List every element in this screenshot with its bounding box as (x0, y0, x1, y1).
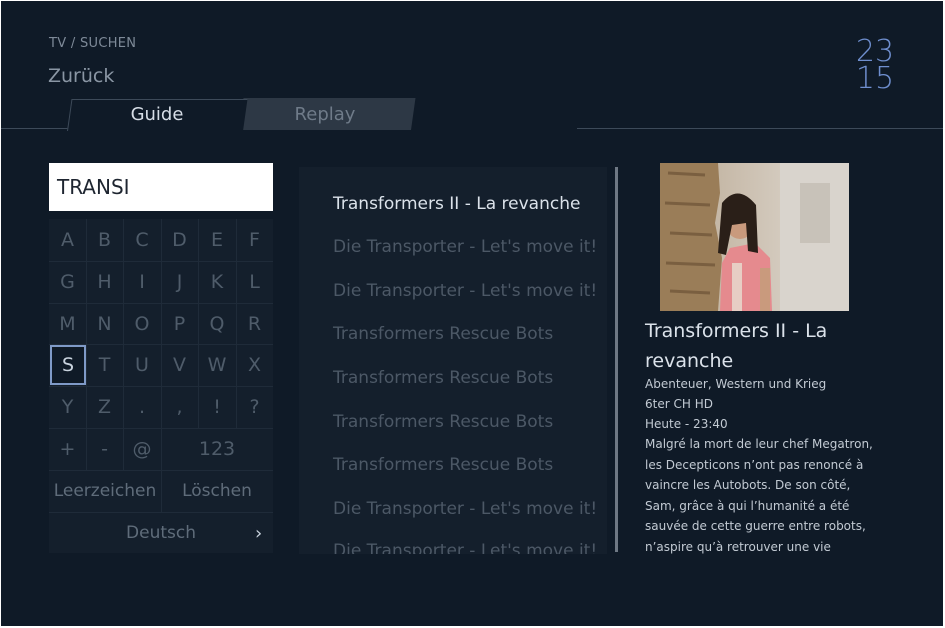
tv-screen: TV / SUCHEN Zurück 23 15 Replay Guide TR… (1, 1, 943, 626)
space-key[interactable]: Leerzeichen (49, 470, 161, 512)
key-c[interactable]: C (123, 219, 161, 261)
key-comma[interactable]: , (161, 386, 198, 428)
key-i[interactable]: I (123, 261, 161, 303)
result-item[interactable]: Die Transporter - Let's move it! (333, 499, 597, 519)
key-question[interactable]: ? (236, 386, 273, 428)
key-g[interactable]: G (49, 261, 86, 303)
key-r[interactable]: R (236, 303, 273, 344)
result-item[interactable]: Transformers Rescue Bots (333, 368, 553, 388)
key-f[interactable]: F (236, 219, 273, 261)
key-k[interactable]: K (198, 261, 236, 303)
result-item[interactable]: Transformers Rescue Bots (333, 455, 553, 475)
delete-key[interactable]: Löschen (161, 470, 273, 512)
key-m[interactable]: M (49, 303, 86, 344)
result-item[interactable]: Transformers Rescue Bots (333, 324, 553, 344)
key-e[interactable]: E (198, 219, 236, 261)
result-item[interactable]: Transformers II - La revanche (333, 194, 580, 214)
result-item[interactable]: Die Transporter - Let's move it! (333, 281, 597, 301)
program-description: Malgré la mort de leur chef Megatron, le… (645, 437, 873, 554)
on-screen-keyboard: A B C D E F G H I J K L M N O P Q R S T … (49, 219, 273, 553)
tab-divider-left (1, 128, 69, 129)
program-channel: 6ter CH HD (645, 397, 713, 411)
results-scrollbar[interactable] (615, 167, 618, 552)
key-b[interactable]: B (86, 219, 123, 261)
breadcrumb: TV / SUCHEN (49, 36, 137, 51)
key-z[interactable]: Z (86, 386, 123, 428)
result-item[interactable]: Transformers Rescue Bots (333, 412, 553, 432)
key-exclamation[interactable]: ! (198, 386, 236, 428)
key-x[interactable]: X (236, 344, 273, 386)
program-title: Transformers II - La revanche (645, 320, 828, 372)
program-genre: Abenteuer, Western und Krieg (645, 377, 827, 391)
tab-replay[interactable]: Replay (239, 98, 411, 130)
key-s[interactable]: S (50, 345, 86, 385)
key-v[interactable]: V (161, 344, 198, 386)
tab-divider-right (577, 128, 943, 129)
clock: 23 15 (853, 37, 897, 96)
key-w[interactable]: W (198, 344, 236, 386)
key-o[interactable]: O (123, 303, 161, 344)
key-minus[interactable]: - (86, 428, 123, 470)
back-button[interactable]: Zurück (48, 65, 114, 87)
key-at[interactable]: @ (123, 428, 161, 470)
result-item[interactable]: Die Transporter - Let's move it! (333, 237, 597, 257)
language-selector[interactable]: Deutsch (49, 512, 273, 553)
key-q[interactable]: Q (198, 303, 236, 344)
key-period[interactable]: . (123, 386, 161, 428)
chevron-right-icon: › (255, 523, 263, 544)
tab-guide[interactable]: Guide (67, 99, 247, 130)
program-time: Heute - 23:40 (645, 417, 728, 431)
key-n[interactable]: N (86, 303, 123, 344)
clock-minutes: 15 (855, 61, 895, 96)
key-y[interactable]: Y (49, 386, 86, 428)
key-l[interactable]: L (236, 261, 273, 303)
key-j[interactable]: J (161, 261, 198, 303)
key-u[interactable]: U (123, 344, 161, 386)
key-t[interactable]: T (86, 344, 123, 386)
program-poster-image (660, 163, 849, 311)
key-p[interactable]: P (161, 303, 198, 344)
search-results-list[interactable]: Transformers II - La revanche Die Transp… (299, 167, 607, 554)
search-input[interactable]: TRANSI (49, 163, 273, 211)
key-a[interactable]: A (49, 219, 86, 261)
key-d[interactable]: D (161, 219, 198, 261)
key-plus[interactable]: + (49, 428, 86, 470)
result-item[interactable]: Die Transporter - Let's move it! (333, 541, 597, 554)
key-numbers[interactable]: 123 (161, 428, 273, 470)
key-h[interactable]: H (86, 261, 123, 303)
